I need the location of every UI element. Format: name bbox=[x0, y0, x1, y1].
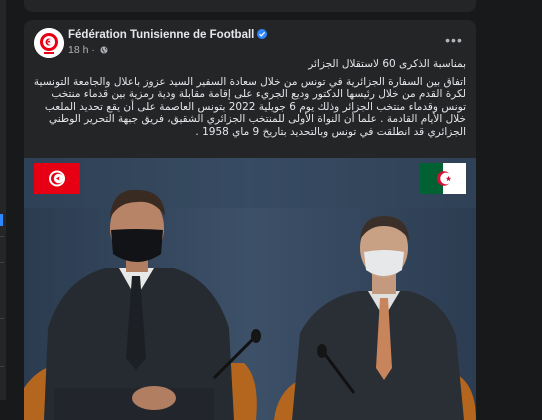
page-name-link[interactable]: Fédération Tunisienne de Football bbox=[68, 29, 268, 41]
sidebar-divider bbox=[0, 262, 4, 263]
post-timestamp[interactable]: 18 h bbox=[68, 44, 88, 56]
sidebar-divider bbox=[0, 318, 4, 319]
left-sidebar-edge bbox=[0, 0, 6, 400]
page-avatar[interactable] bbox=[34, 28, 64, 58]
more-horizontal-icon: ••• bbox=[445, 32, 463, 48]
post-photo[interactable] bbox=[24, 158, 476, 420]
ftf-logo-icon bbox=[34, 28, 64, 58]
algeria-flag-icon bbox=[420, 163, 466, 194]
sidebar-accent bbox=[0, 214, 3, 226]
sidebar-divider bbox=[0, 366, 4, 367]
sidebar-divider bbox=[0, 236, 4, 237]
meta-separator: · bbox=[91, 44, 95, 56]
post-text: بمناسبة الذكرى 60 لاستقلال الجزائر اتفاق… bbox=[32, 58, 466, 143]
post-text-body: اتفاق بين السفارة الجزائرية في تونس من خ… bbox=[33, 75, 466, 138]
previous-post-card bbox=[24, 0, 476, 12]
post-meta: 18 h · bbox=[68, 44, 108, 56]
post-text-line1: بمناسبة الذكرى 60 لاستقلال الجزائر bbox=[308, 58, 466, 70]
page-name[interactable]: Fédération Tunisienne de Football bbox=[68, 29, 254, 41]
verified-badge-icon bbox=[257, 29, 268, 39]
globe-icon bbox=[100, 45, 108, 54]
meeting-photo bbox=[24, 158, 476, 420]
tunisia-flag-icon bbox=[34, 163, 80, 194]
more-options-button[interactable]: ••• bbox=[442, 32, 466, 52]
feed-post: Fédération Tunisienne de Football 18 h ·… bbox=[24, 20, 476, 420]
